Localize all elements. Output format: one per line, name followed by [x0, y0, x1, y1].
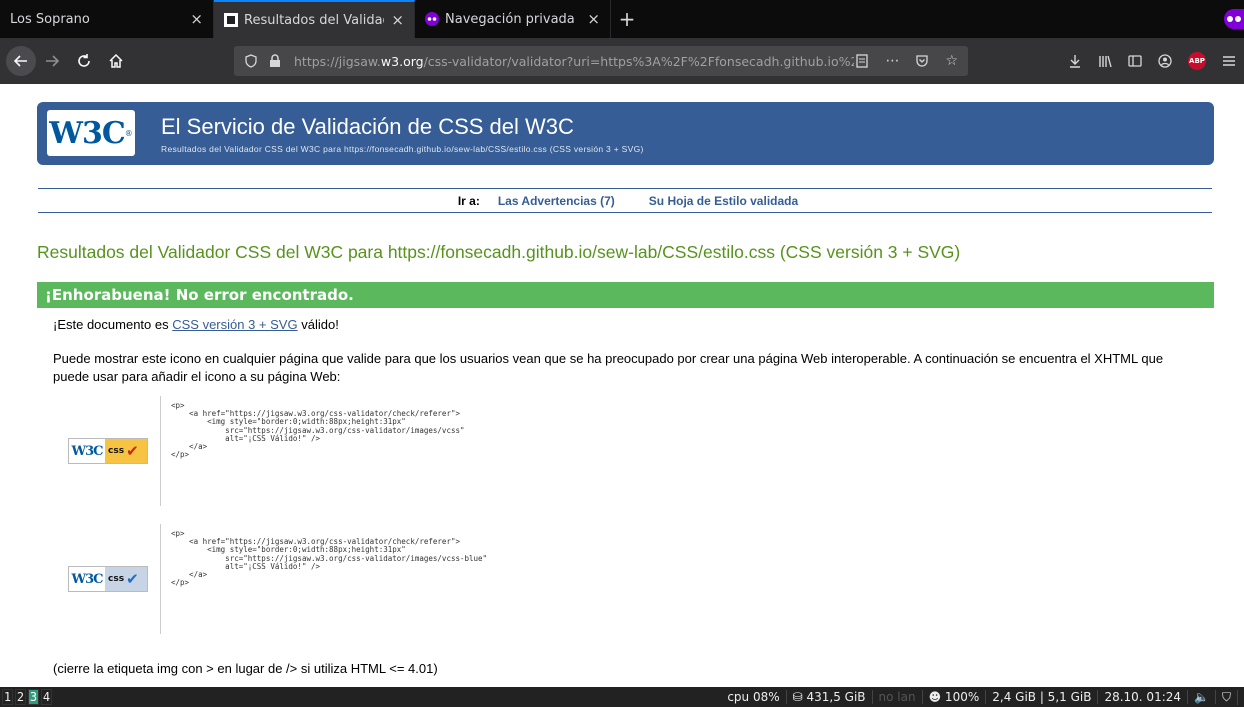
badge-css-area: css ✔: [105, 567, 147, 591]
tab-label: Resultados del Validador C: [244, 12, 384, 28]
workspace-2[interactable]: 2: [15, 689, 26, 705]
lock-icon[interactable]: [268, 54, 282, 68]
jump-label: Ir a:: [457, 193, 480, 208]
workspace-3[interactable]: 3: [28, 689, 39, 705]
forward-arrow-icon: [46, 55, 60, 67]
status-indicators: cpu 08% ⛁ 431,5 GiB no lan ☻ 100% 2,4 Gi…: [721, 689, 1238, 705]
back-arrow-icon: [13, 55, 27, 67]
tracking-protection-icon[interactable]: [244, 54, 258, 68]
bookmark-star-icon[interactable]: ☆: [945, 53, 958, 69]
tab-label: Navegación privada: [445, 11, 575, 27]
system-status-bar: 1 2 3 4 cpu 08% ⛁ 431,5 GiB no lan ☻ 100…: [0, 687, 1244, 707]
close-icon[interactable]: ×: [391, 11, 404, 29]
home-button[interactable]: [100, 45, 132, 77]
reader-view-icon[interactable]: [855, 54, 869, 68]
battery-level: ☻ 100%: [923, 690, 987, 704]
badge-example-gold: W3C css ✔ <p> <a href="https://jigsaw.w3.…: [53, 396, 653, 508]
web-page: W3C ® El Servicio de Validación de CSS de…: [0, 84, 1244, 687]
badge-css-text: css: [108, 574, 125, 584]
badge-example-blue: W3C css ✔ <p> <a href="https://jigsaw.w3.…: [53, 524, 653, 636]
library-icon[interactable]: [1098, 54, 1112, 68]
close-icon[interactable]: ×: [587, 10, 600, 28]
code-text: <p> <a href="https://jigsaw.w3.org/css-v…: [171, 529, 488, 588]
url-path: /css-validator/validator?uri=https%3A%2F…: [423, 53, 854, 69]
html-note: (cierre la etiqueta img con > en lugar d…: [53, 661, 438, 676]
workspace-4[interactable]: 4: [41, 689, 52, 705]
memory-usage: 2,4 GiB | 5,1 GiB: [986, 690, 1099, 704]
tab-private-browsing[interactable]: Navegación privada ×: [415, 0, 611, 38]
disk-free: ⛁ 431,5 GiB: [787, 690, 873, 704]
valid-css-badge-blue[interactable]: W3C css ✔: [68, 566, 148, 592]
private-mask-icon: [425, 12, 439, 26]
logo-text: W3C: [49, 115, 125, 151]
w3c-logo[interactable]: W3C ®: [47, 110, 135, 156]
tab-los-soprano[interactable]: Los Soprano ×: [0, 0, 214, 38]
back-button[interactable]: [6, 46, 36, 76]
cpu-usage: cpu 08%: [721, 690, 787, 704]
code-snippet: <p> <a href="https://jigsaw.w3.org/css-v…: [160, 396, 640, 506]
warnings-link[interactable]: Las Advertencias (7): [498, 194, 615, 208]
adblock-plus-icon[interactable]: ABP: [1188, 52, 1206, 70]
tab-bar: Los Soprano × Resultados del Validador C…: [0, 0, 1244, 38]
jump-navigation: Ir a: Las Advertencias (7) Su Hoja de Es…: [38, 188, 1212, 213]
icon-instructions: Puede mostrar este icono en cualquier pá…: [53, 351, 1164, 384]
code-snippet: <p> <a href="https://jigsaw.w3.org/css-v…: [160, 524, 640, 634]
network-status: no lan: [873, 690, 923, 704]
date-time: 28.10. 01:24: [1098, 690, 1189, 704]
valid-text-before: ¡Este documento es: [53, 317, 173, 332]
validated-stylesheet-link[interactable]: Su Hoja de Estilo validada: [649, 194, 798, 208]
private-browsing-icon: [1224, 9, 1244, 29]
results-heading: Resultados del Validador CSS del W3C par…: [37, 242, 961, 262]
tab-label: Los Soprano: [10, 11, 90, 27]
w3c-favicon-icon: [224, 13, 238, 27]
page-title: El Servicio de Validación de CSS del W3C: [161, 114, 574, 139]
badge-w3c-text: W3C: [71, 571, 104, 587]
page-actions-icon[interactable]: ⋯: [885, 53, 899, 69]
page-subtitle: Resultados del Validador CSS del W3C par…: [161, 144, 644, 154]
logo-registered-mark: ®: [124, 128, 133, 138]
navigation-toolbar: https://jigsaw.w3.org/css-validator/vali…: [0, 38, 1244, 84]
checkmark-icon: ✔: [126, 442, 139, 460]
reload-icon: [78, 54, 90, 67]
badge-w3c-text: W3C: [71, 443, 104, 459]
validator-banner: W3C ® El Servicio de Validación de CSS de…: [37, 102, 1214, 165]
css-profile-link[interactable]: CSS versión 3 + SVG: [172, 317, 297, 332]
url-prefix: https://jigsaw.: [294, 53, 381, 69]
volume-icon[interactable]: 🔈: [1188, 690, 1216, 704]
valid-css-badge-gold[interactable]: W3C css ✔: [68, 438, 148, 464]
sidebar-icon[interactable]: [1128, 54, 1142, 68]
badge-css-area: css ✔: [105, 439, 147, 463]
close-icon[interactable]: ×: [190, 10, 203, 28]
url-host: w3.org: [380, 53, 424, 69]
badge-css-text: css: [108, 446, 125, 456]
account-icon[interactable]: [1158, 54, 1172, 68]
home-icon: [109, 53, 123, 68]
shield-icon[interactable]: ⛉: [1216, 689, 1238, 705]
tab-validator[interactable]: Resultados del Validador C ×: [214, 0, 415, 38]
valid-statement: ¡Este documento es CSS versión 3 + SVG v…: [53, 317, 339, 332]
reload-button[interactable]: [68, 45, 100, 77]
valid-text-after: válido!: [297, 317, 339, 332]
menu-icon[interactable]: [1222, 54, 1236, 68]
pocket-icon[interactable]: [915, 54, 929, 68]
success-banner: ¡Enhorabuena! No error encontrado.: [37, 282, 1214, 308]
url-text[interactable]: https://jigsaw.w3.org/css-validator/vali…: [294, 54, 854, 69]
new-tab-button[interactable]: +: [611, 0, 643, 38]
workspace-1[interactable]: 1: [2, 689, 13, 705]
url-bar[interactable]: https://jigsaw.w3.org/css-validator/vali…: [234, 46, 968, 76]
code-text: <p> <a href="https://jigsaw.w3.org/css-v…: [171, 401, 465, 460]
checkmark-icon: ✔: [126, 570, 139, 588]
download-icon[interactable]: [1068, 54, 1082, 68]
forward-button[interactable]: [36, 45, 68, 77]
